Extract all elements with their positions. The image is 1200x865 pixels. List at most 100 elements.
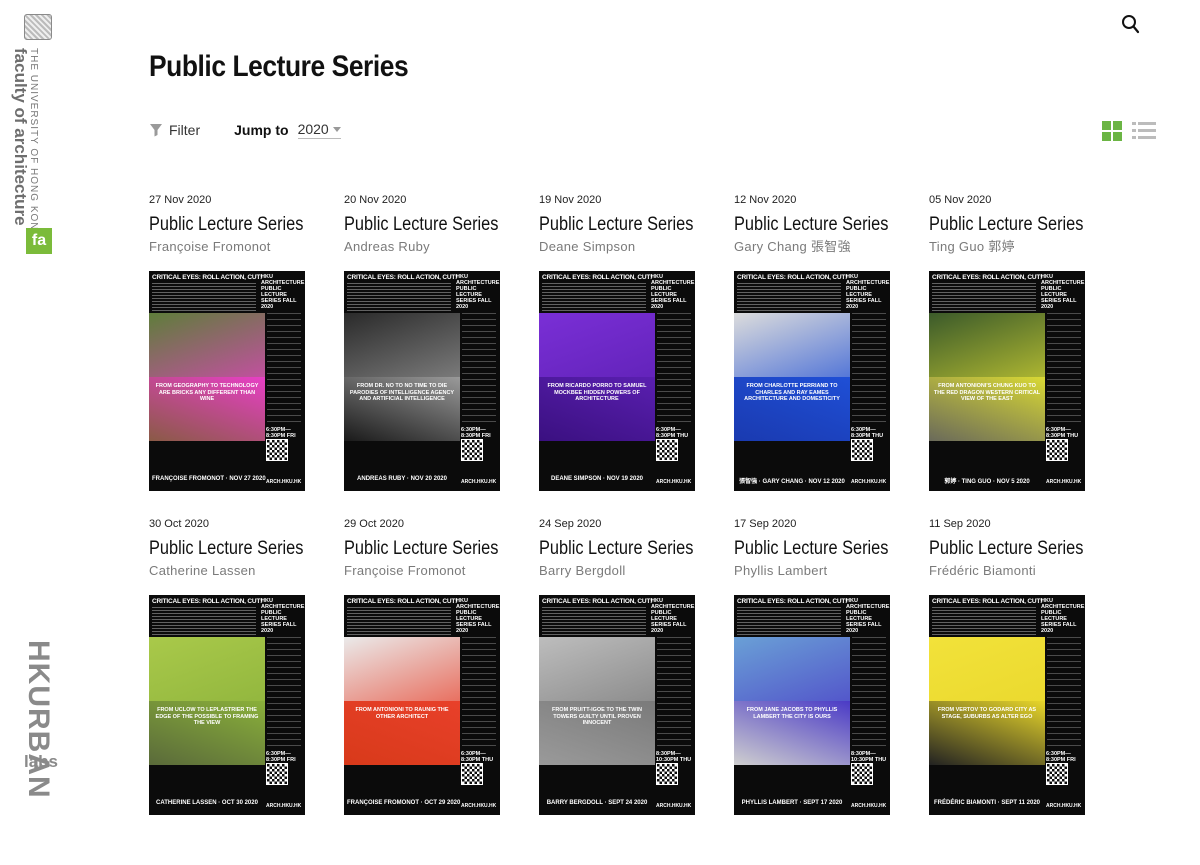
poster-series: HKU ARCHITECTURE PUBLIC LECTURE SERIES F… (261, 274, 305, 310)
poster-text-block (737, 283, 841, 313)
lecture-title[interactable]: Public Lecture Series (149, 537, 303, 561)
poster-image-top (344, 313, 460, 377)
poster-heading: CRITICAL EYES: ROLL ACTION, CUT! (737, 598, 848, 605)
poster-lecture-text: FROM JANE JACOBS TO PHYLLIS LAMBERT THE … (746, 707, 838, 720)
poster-mark: ARCH.HKU.HK (851, 803, 887, 809)
poster-image-top (929, 637, 1045, 701)
lecture-poster[interactable]: CRITICAL EYES: ROLL ACTION, CUT! HKU ARCH… (539, 271, 695, 491)
lecture-poster[interactable]: CRITICAL EYES: ROLL ACTION, CUT! HKU ARCH… (929, 271, 1085, 491)
poster-series: HKU ARCHITECTURE PUBLIC LECTURE SERIES F… (651, 598, 695, 634)
lecture-title[interactable]: Public Lecture Series (929, 537, 1083, 561)
hkurban-labs-logo[interactable]: HKURBAN labs (18, 640, 58, 799)
qr-code-icon (461, 439, 483, 461)
lecture-card[interactable]: 30 Oct 2020 Public Lecture Series Catherin… (149, 517, 309, 815)
lecture-poster[interactable]: CRITICAL EYES: ROLL ACTION, CUT! HKU ARCH… (734, 271, 890, 491)
poster-lecture-text: FROM RICARDO PORRO TO SAMUEL MOCKBEE HID… (547, 383, 647, 402)
lecture-card[interactable]: 24 Sep 2020 Public Lecture Series Barry Be… (539, 517, 699, 815)
hkurban-wordmark: HKURBAN (22, 640, 55, 799)
poster-program-list (462, 313, 496, 423)
filter-label: Filter (169, 122, 201, 138)
year-select[interactable]: 2020 (297, 121, 341, 139)
lecture-title[interactable]: Public Lecture Series (344, 213, 498, 237)
poster-image-top (539, 637, 655, 701)
poster-lecture-text: FROM UCLOW TO LEPLASTRIER THE EDGE OF TH… (155, 707, 259, 726)
lecture-poster[interactable]: CRITICAL EYES: ROLL ACTION, CUT! HKU ARCH… (344, 271, 500, 491)
poster-text-block (347, 607, 451, 637)
lecture-poster[interactable]: CRITICAL EYES: ROLL ACTION, CUT! HKU ARCH… (149, 271, 305, 491)
poster-footer: FRÉDÉRIC BIAMONTI · SEPT 11 2020 (933, 800, 1041, 806)
poster-text-block (542, 607, 646, 637)
grid-view-icon (1102, 121, 1111, 130)
lecture-speaker: Françoise Fromonot (149, 239, 271, 254)
list-view-button[interactable] (1132, 121, 1156, 141)
poster-mark: ARCH.HKU.HK (851, 479, 887, 485)
lecture-title[interactable]: Public Lecture Series (734, 213, 888, 237)
lecture-title[interactable]: Public Lecture Series (539, 537, 693, 561)
search-icon (1122, 15, 1140, 34)
poster-heading: CRITICAL EYES: ROLL ACTION, CUT! (347, 274, 458, 281)
poster-heading: CRITICAL EYES: ROLL ACTION, CUT! (542, 274, 653, 281)
lecture-card[interactable]: 17 Sep 2020 Public Lecture Series Phyllis … (734, 517, 894, 815)
poster-heading: CRITICAL EYES: ROLL ACTION, CUT! (932, 598, 1043, 605)
lecture-date: 11 Sep 2020 (929, 518, 991, 530)
poster-text-block (932, 607, 1036, 637)
search-button[interactable] (1120, 13, 1142, 35)
faculty-logo[interactable]: THE UNIVERSITY OF HONG KONG faculty of a… (11, 14, 56, 254)
poster-text-block (542, 283, 646, 313)
poster-mark: ARCH.HKU.HK (266, 803, 302, 809)
lecture-title[interactable]: Public Lecture Series (539, 213, 693, 237)
qr-code-icon (851, 439, 873, 461)
lecture-speaker: Phyllis Lambert (734, 563, 828, 578)
lecture-poster[interactable]: CRITICAL EYES: ROLL ACTION, CUT! HKU ARCH… (929, 595, 1085, 815)
grid-view-button[interactable] (1102, 121, 1122, 141)
hku-crest-icon (24, 14, 52, 40)
poster-lecture-text: FROM CHARLOTTE PERRIAND TO CHARLES AND R… (744, 383, 840, 402)
lecture-card[interactable]: 11 Sep 2020 Public Lecture Series Frédéric… (929, 517, 1089, 815)
faculty-name: faculty of architecture (11, 48, 30, 226)
list-view-icon (1132, 122, 1136, 125)
poster-mark: ARCH.HKU.HK (461, 803, 497, 809)
lecture-card[interactable]: 12 Nov 2020 Public Lecture Series Gary Cha… (734, 193, 894, 491)
jump-to-label: Jump to (234, 122, 289, 138)
poster-text-block (152, 283, 256, 313)
poster-series: HKU ARCHITECTURE PUBLIC LECTURE SERIES F… (651, 274, 695, 310)
lecture-poster[interactable]: CRITICAL EYES: ROLL ACTION, CUT! HKU ARCH… (344, 595, 500, 815)
poster-image-top (734, 313, 850, 377)
lecture-poster[interactable]: CRITICAL EYES: ROLL ACTION, CUT! HKU ARCH… (734, 595, 890, 815)
chevron-down-icon (332, 126, 341, 132)
poster-mark: ARCH.HKU.HK (1046, 803, 1082, 809)
lecture-date: 30 Oct 2020 (149, 518, 209, 530)
lecture-card[interactable]: 27 Nov 2020 Public Lecture Series François… (149, 193, 309, 491)
lecture-title[interactable]: Public Lecture Series (929, 213, 1083, 237)
lecture-card[interactable]: 29 Oct 2020 Public Lecture Series François… (344, 517, 504, 815)
poster-program-list (267, 637, 301, 747)
list-view-icon-line (1138, 129, 1156, 132)
lecture-title[interactable]: Public Lecture Series (734, 537, 888, 561)
poster-image-top (929, 313, 1045, 377)
qr-code-icon (266, 763, 288, 785)
poster-lecture-text: FROM DR. NO TO NO TIME TO DIE PARODIES O… (349, 383, 455, 402)
hkurban-text: HKURBAN (22, 640, 55, 799)
lecture-title[interactable]: Public Lecture Series (344, 537, 498, 561)
filter-button[interactable]: Filter (149, 122, 200, 138)
poster-series: HKU ARCHITECTURE PUBLIC LECTURE SERIES F… (1041, 598, 1085, 634)
poster-text-block (737, 607, 841, 637)
lecture-poster[interactable]: CRITICAL EYES: ROLL ACTION, CUT! HKU ARCH… (539, 595, 695, 815)
lecture-poster[interactable]: CRITICAL EYES: ROLL ACTION, CUT! HKU ARCH… (149, 595, 305, 815)
lecture-card[interactable]: 05 Nov 2020 Public Lecture Series Ting Guo… (929, 193, 1089, 491)
lecture-card[interactable]: 19 Nov 2020 Public Lecture Series Deane Si… (539, 193, 699, 491)
qr-code-icon (1046, 439, 1068, 461)
poster-program-list (657, 313, 691, 423)
lecture-title[interactable]: Public Lecture Series (149, 213, 303, 237)
poster-heading: CRITICAL EYES: ROLL ACTION, CUT! (347, 598, 458, 605)
poster-footer: 張智強 · GARY CHANG · NOV 12 2020 (739, 479, 845, 485)
poster-mark: ARCH.HKU.HK (461, 479, 497, 485)
list-view-icon-line (1132, 136, 1136, 139)
poster-mark: ARCH.HKU.HK (266, 479, 302, 485)
grid-view-icon-cell (1113, 132, 1122, 141)
poster-series: HKU ARCHITECTURE PUBLIC LECTURE SERIES F… (846, 274, 890, 310)
filter-icon (150, 124, 162, 137)
lecture-date: 27 Nov 2020 (149, 194, 212, 206)
lecture-card[interactable]: 20 Nov 2020 Public Lecture Series Andreas … (344, 193, 504, 491)
lecture-speaker: Gary Chang 張智強 (734, 239, 851, 254)
